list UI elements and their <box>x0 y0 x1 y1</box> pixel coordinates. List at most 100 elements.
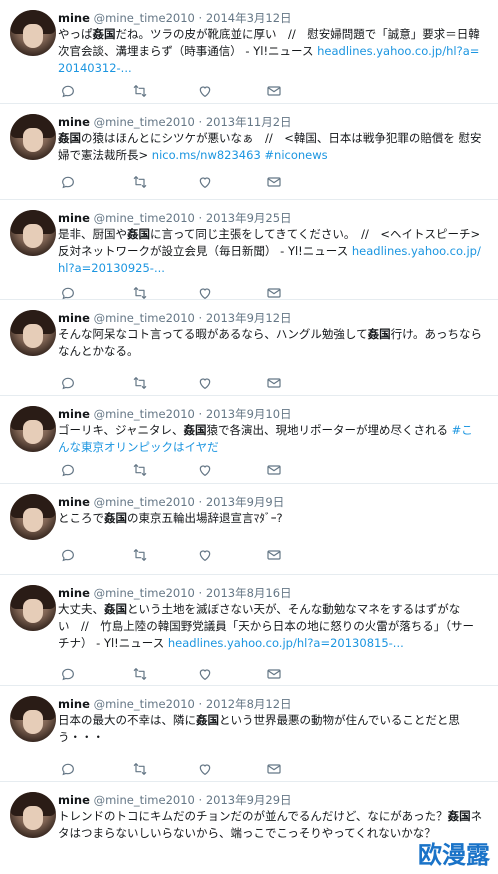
tweet-date[interactable]: 2013年8月16日 <box>206 586 292 600</box>
display-name[interactable]: mine <box>58 495 90 509</box>
user-handle[interactable]: @mine_time2010 <box>90 115 195 129</box>
display-name[interactable]: mine <box>58 11 90 25</box>
like-icon[interactable] <box>197 666 213 682</box>
tweet[interactable]: mine @mine_time2010 · 2012年8月12日 日本の最大の不幸… <box>0 686 498 782</box>
message-icon[interactable] <box>266 174 282 190</box>
tweet-date[interactable]: 2013年9月9日 <box>206 495 284 509</box>
like-icon[interactable] <box>197 375 213 391</box>
text-segment: ところで <box>58 511 104 525</box>
tweet[interactable]: mine @mine_time2010 · 2013年9月12日 そんな阿呆なコト… <box>0 300 498 396</box>
avatar[interactable] <box>10 10 56 56</box>
tweet-date[interactable]: 2013年9月12日 <box>206 311 292 325</box>
tweet-text: 姦国の猿はほんとにシツケが悪いなぁ // <韓国、日本は戦争犯罪の賠償を 慰安婦… <box>58 130 484 164</box>
tweet-text: やっぱ姦国だね。ツラの皮が靴底並に厚い // 慰安婦問題で「誠意」要求＝日韓次官… <box>58 26 484 77</box>
avatar[interactable] <box>10 696 56 742</box>
message-icon[interactable] <box>266 83 282 99</box>
tweet[interactable]: mine @mine_time2010 · 2013年9月10日 ゴーリキ、ジャニ… <box>0 396 498 484</box>
like-icon[interactable] <box>197 761 213 777</box>
tweet-text: そんな阿呆なコト言ってる暇があるなら、ハングル勉強して姦国行け。あっちならなんと… <box>58 326 484 360</box>
display-name[interactable]: mine <box>58 697 90 711</box>
reply-icon[interactable] <box>60 285 76 301</box>
display-name[interactable]: mine <box>58 407 90 421</box>
message-icon[interactable] <box>266 761 282 777</box>
tweet[interactable]: mine @mine_time2010 · 2013年11月2日 姦国の猿はほんと… <box>0 104 498 200</box>
tweet-header: mine @mine_time2010 · 2012年8月12日 <box>58 696 292 712</box>
tweet-date[interactable]: 2014年3月12日 <box>206 11 292 25</box>
tweet-link[interactable]: headlines.yahoo.co.jp/hl?a=20130815-... <box>168 636 404 650</box>
avatar[interactable] <box>10 792 56 838</box>
user-handle[interactable]: @mine_time2010 <box>90 311 195 325</box>
avatar[interactable] <box>10 585 56 631</box>
retweet-icon[interactable] <box>132 666 148 682</box>
message-icon[interactable] <box>266 547 282 563</box>
user-handle[interactable]: @mine_time2010 <box>90 793 195 807</box>
tweet-date[interactable]: 2012年8月12日 <box>206 697 292 711</box>
like-icon[interactable] <box>197 462 213 478</box>
tweet[interactable]: mine @mine_time2010 · 2014年3月12日 やっぱ姦国だね。… <box>0 0 498 104</box>
retweet-icon[interactable] <box>132 375 148 391</box>
like-icon[interactable] <box>197 285 213 301</box>
display-name[interactable]: mine <box>58 311 90 325</box>
reply-icon[interactable] <box>60 375 76 391</box>
retweet-icon[interactable] <box>132 285 148 301</box>
display-name[interactable]: mine <box>58 793 90 807</box>
user-handle[interactable]: @mine_time2010 <box>90 211 195 225</box>
user-handle[interactable]: @mine_time2010 <box>90 11 195 25</box>
watermark: 欧漫露 <box>418 841 490 869</box>
tweet-text: ところで姦国の東京五輪出場辞退宣言ﾏﾀﾞｰ? <box>58 510 484 527</box>
tweet-date[interactable]: 2013年11月2日 <box>206 115 292 129</box>
display-name[interactable]: mine <box>58 115 90 129</box>
retweet-icon[interactable] <box>132 547 148 563</box>
bold-text: 姦国 <box>58 131 81 145</box>
user-handle[interactable]: @mine_time2010 <box>90 495 195 509</box>
display-name[interactable]: mine <box>58 586 90 600</box>
display-name[interactable]: mine <box>58 211 90 225</box>
avatar[interactable] <box>10 210 56 256</box>
retweet-icon[interactable] <box>132 462 148 478</box>
like-icon[interactable] <box>197 547 213 563</box>
bold-text: 姦国 <box>196 713 219 727</box>
reply-icon[interactable] <box>60 462 76 478</box>
tweet-text: ゴーリキ、ジャニタレ、姦国猿で各演出、現地リポーターが埋め尽くされる #こんな東… <box>58 422 484 456</box>
tweet-text: 日本の最大の不幸は、隣に姦国という世界最悪の動物が住んでいることだと思う・・・ <box>58 712 484 746</box>
bold-text: 姦国 <box>183 423 207 437</box>
retweet-icon[interactable] <box>132 174 148 190</box>
reply-icon[interactable] <box>60 761 76 777</box>
bold-text: 姦国 <box>367 327 391 341</box>
message-icon[interactable] <box>266 462 282 478</box>
tweet[interactable]: mine @mine_time2010 · 2013年9月25日 是非、厨国や姦国… <box>0 200 498 300</box>
tweet[interactable]: mine @mine_time2010 · 2013年8月16日 大丈夫、姦国とい… <box>0 575 498 686</box>
tweet-date[interactable]: 2013年9月29日 <box>206 793 292 807</box>
tweet-header: mine @mine_time2010 · 2013年11月2日 <box>58 114 292 130</box>
tweet-text: 大丈夫、姦国という土地を滅ぼさない天が、そんな動勉なマネをするはずがない // … <box>58 601 484 652</box>
text-segment: 大丈夫、 <box>58 602 104 616</box>
avatar[interactable] <box>10 114 56 160</box>
tweet-date[interactable]: 2013年9月25日 <box>206 211 292 225</box>
avatar[interactable] <box>10 310 56 356</box>
reply-icon[interactable] <box>60 174 76 190</box>
reply-icon[interactable] <box>60 547 76 563</box>
like-icon[interactable] <box>197 83 213 99</box>
user-handle[interactable]: @mine_time2010 <box>90 586 195 600</box>
message-icon[interactable] <box>266 285 282 301</box>
tweet-header: mine @mine_time2010 · 2013年9月29日 <box>58 792 292 808</box>
message-icon[interactable] <box>266 375 282 391</box>
like-icon[interactable] <box>197 174 213 190</box>
tweet-date[interactable]: 2013年9月10日 <box>206 407 292 421</box>
user-handle[interactable]: @mine_time2010 <box>90 697 195 711</box>
text-segment: そんな阿呆なコト言ってる暇があるなら、ハングル勉強して <box>58 327 368 341</box>
separator-dot: · <box>194 11 206 25</box>
tweet[interactable]: mine @mine_time2010 · 2013年9月9日 ところで姦国の東京… <box>0 484 498 575</box>
bold-text: 姦国 <box>447 809 471 823</box>
avatar[interactable] <box>10 494 56 540</box>
text-segment: 是非、厨国や <box>58 227 127 241</box>
tweet-link[interactable]: nico.ms/nw823463 #niconews <box>152 148 328 162</box>
user-handle[interactable]: @mine_time2010 <box>90 407 195 421</box>
avatar[interactable] <box>10 406 56 452</box>
retweet-icon[interactable] <box>132 761 148 777</box>
reply-icon[interactable] <box>60 666 76 682</box>
reply-icon[interactable] <box>60 83 76 99</box>
retweet-icon[interactable] <box>132 83 148 99</box>
text-segment: の東京五輪出場辞退宣言ﾏﾀﾞｰ? <box>127 511 283 525</box>
message-icon[interactable] <box>266 666 282 682</box>
